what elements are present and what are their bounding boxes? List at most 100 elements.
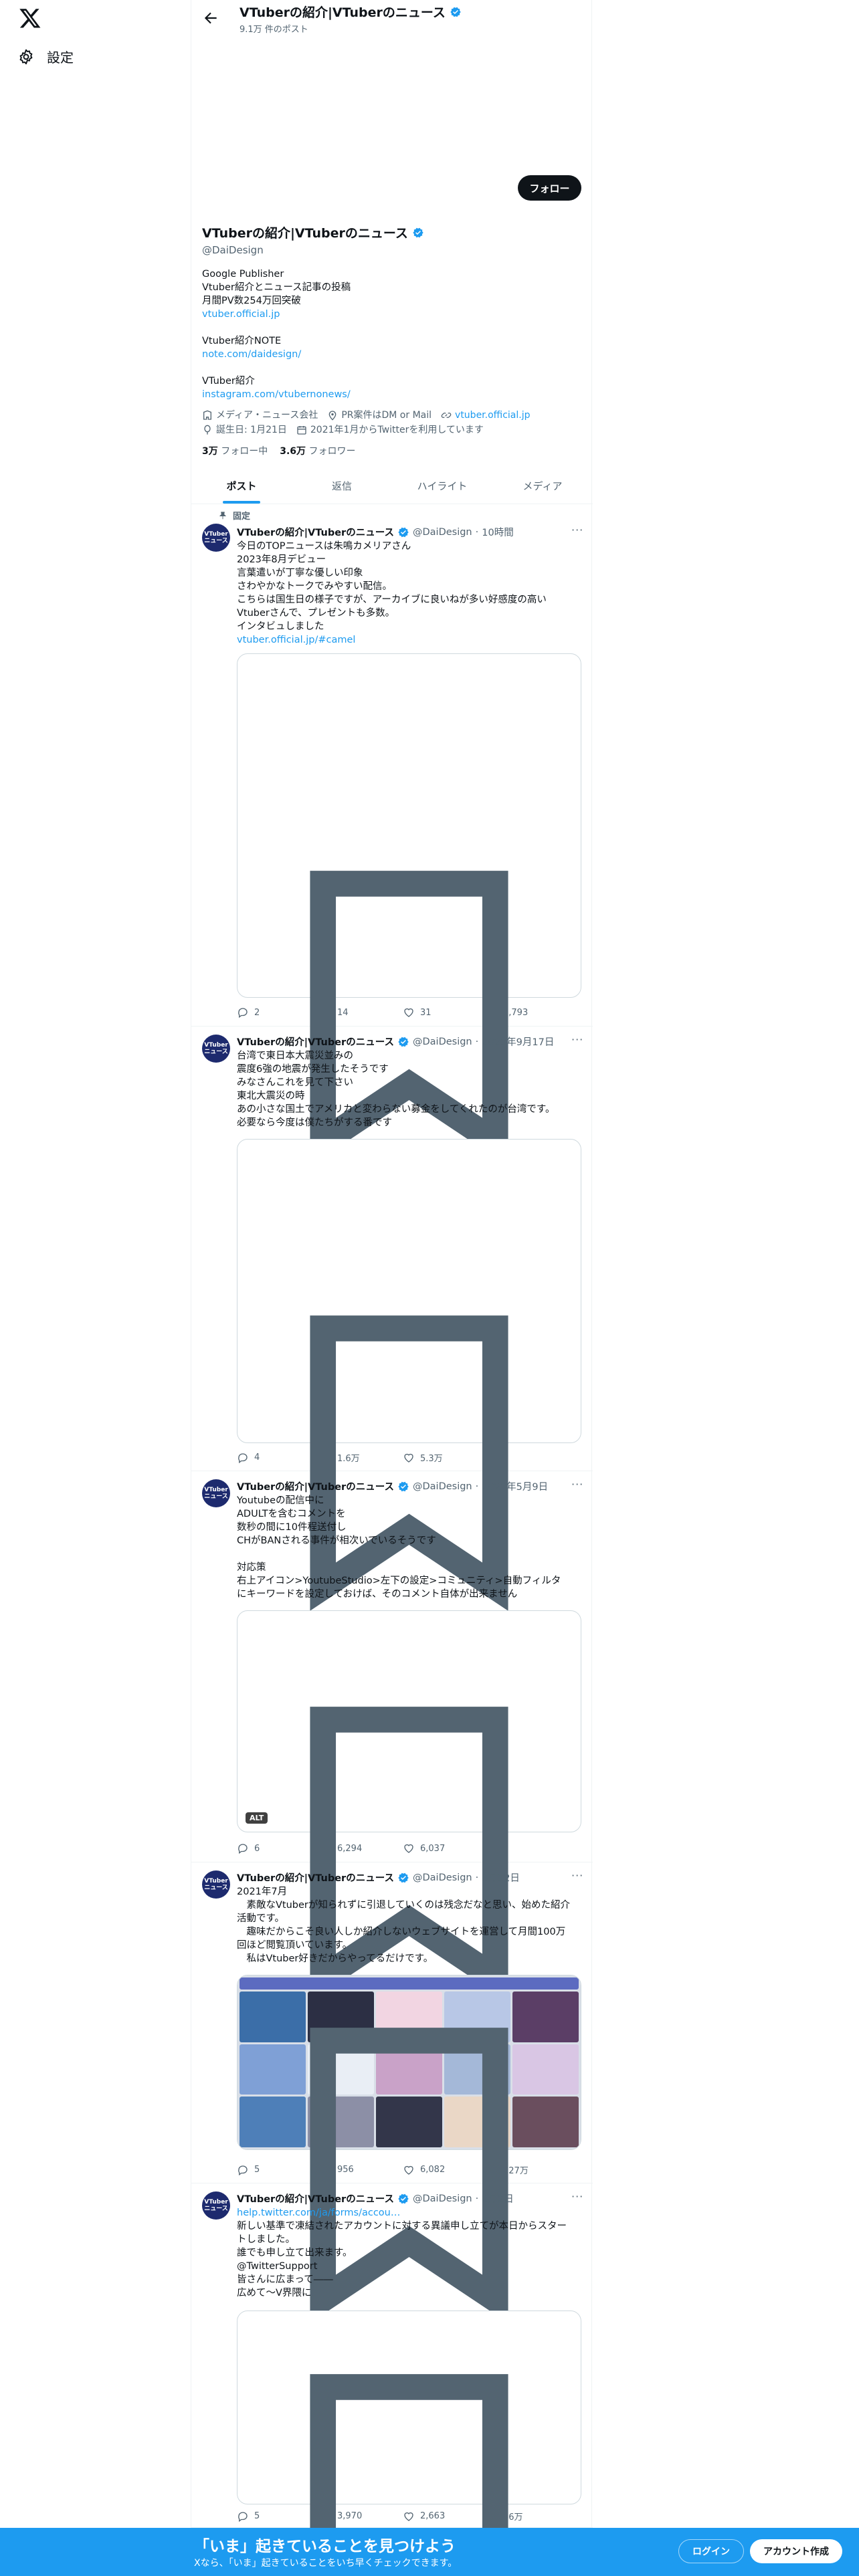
tab-highlights[interactable]: ハイライト <box>392 468 492 504</box>
birthday-text: 誕生日: 1月21日 <box>216 425 287 435</box>
tweet[interactable]: 固定 VTuber ニュース VTuberの紹介|VTuberのニュース @Dai… <box>191 505 593 1166</box>
more-options-icon[interactable]: ··· <box>571 2190 583 2203</box>
tweet-link[interactable]: help.twitter.com/ja/forms/accou… <box>237 2206 581 2220</box>
post-count: 9.1万 件のポスト <box>240 25 308 35</box>
header-title-text: VTuberの紹介|VTuberのニュース <box>240 5 446 20</box>
pinned-label: 固定 <box>233 512 251 522</box>
tweet-line: 数秒の間に10件程送付し <box>237 1522 347 1533</box>
tweet-line: あの小さな国土でアメリカと変わらない募金をしてくれたのが台湾です。 <box>237 1104 555 1115</box>
bio-link[interactable]: note.com/daidesign/ <box>202 348 577 361</box>
tweet-line: 皆さんに広まって―― <box>237 2274 333 2285</box>
tweet-line: 私はVtuber好きだからやってるだけです。 <box>237 1953 434 1964</box>
tweet-link[interactable]: vtuber.official.jp/#camel <box>237 633 581 647</box>
more-options-icon[interactable]: ··· <box>571 1033 583 1046</box>
tweet-line: 誰でも申し立て出来ます。 <box>237 2248 353 2258</box>
back-arrow-icon[interactable] <box>202 9 219 27</box>
calendar-icon <box>297 426 306 435</box>
profile-meta: メディア・ニュース会社 PR案件はDM or Mail vtuber.offic… <box>202 408 583 437</box>
bio-line: Google Publisher <box>202 269 284 280</box>
tweet[interactable]: VTuber ニュース VTuberの紹介|VTuberのニュース @DaiDes… <box>191 1471 593 2002</box>
separator-dot: · <box>475 1481 479 1492</box>
location-pin-icon <box>328 411 337 421</box>
tweet-line: インタビュしました <box>237 621 324 632</box>
settings-label: 設定 <box>47 49 74 66</box>
author-name[interactable]: VTuberの紹介|VTuberのニュース <box>237 1479 394 1493</box>
author-name[interactable]: VTuberの紹介|VTuberのニュース <box>237 1035 394 1049</box>
tweet-line: 必要なら今度は僕たちがする番です <box>237 1117 392 1128</box>
tweet-actions: 6 6,294 6,037 <box>237 1706 581 2002</box>
collage-banner <box>240 1977 579 1990</box>
tweet-line: @TwitterSupport <box>237 2261 318 2272</box>
avatar[interactable]: VTuber ニュース <box>202 1479 230 1507</box>
more-options-icon[interactable]: ··· <box>571 524 583 536</box>
avatar[interactable]: VTuber ニュース <box>202 2191 230 2220</box>
author-name[interactable]: VTuberの紹介|VTuberのニュース <box>237 2191 394 2206</box>
tweet[interactable]: VTuber ニュース VTuberの紹介|VTuberのニュース @DaiDes… <box>191 1862 593 2323</box>
tweet-time[interactable]: 2022年5月9日 <box>482 1479 548 1493</box>
tweet-line: 2023年8月デビュー <box>237 554 326 565</box>
gear-icon <box>19 49 33 64</box>
separator-dot: · <box>475 2193 479 2204</box>
followers-link[interactable]: 3.6万 フォロワー <box>280 444 355 457</box>
avatar[interactable]: VTuber ニュース <box>202 1870 230 1899</box>
author-name[interactable]: VTuberの紹介|VTuberのニュース <box>237 525 394 539</box>
link-icon <box>441 412 452 419</box>
tweet-line: 2021年7月 <box>237 1887 288 1897</box>
tweet[interactable]: VTuber ニュース VTuberの紹介|VTuberのニュース @DaiDes… <box>191 1027 593 1611</box>
website-item[interactable]: vtuber.official.jp <box>441 408 530 423</box>
birthday-item: 誕生日: 1月21日 <box>202 423 287 437</box>
create-account-button[interactable]: アカウント作成 <box>750 2539 842 2563</box>
tweet-line: 東北大震災の時 <box>237 1091 305 1101</box>
verified-badge-icon <box>413 227 423 237</box>
banner-subtitle: Xなら、「いま」起きていることをいち早くチェックできます。 <box>194 2558 458 2569</box>
tweet-text: 台湾で東日本大震災並みの 震度6強の地震が発生したそうです みなさんこれを見て下… <box>237 1049 581 1130</box>
tab-posts[interactable]: ポスト <box>191 468 292 504</box>
tab-media[interactable]: メディア <box>492 468 593 504</box>
signup-banner: 「いま」起きていることを見つけよう Xなら、「いま」起きていることをいち早くチェ… <box>0 2528 859 2576</box>
bio-link[interactable]: instagram.com/vtubernonews/ <box>202 388 577 401</box>
x-logo-icon[interactable] <box>19 7 41 29</box>
following-link[interactable]: 3万 フォロー中 <box>202 444 268 457</box>
tab-replies[interactable]: 返信 <box>292 468 392 504</box>
bio-line: Vtuber紹介とニュース記事の投稿 <box>202 282 351 293</box>
tweet-line: にキーワードを設定しておけば、そのコメント自体が出来ません <box>237 1589 518 1600</box>
pin-icon <box>219 511 227 519</box>
bio-link[interactable]: vtuber.official.jp <box>202 308 577 321</box>
profile-name: VTuberの紹介|VTuberのニュース <box>202 223 424 241</box>
tweet[interactable]: VTuber ニュース VTuberの紹介|VTuberのニュース @DaiDes… <box>191 2183 593 2576</box>
tweet-time[interactable]: 10時間 <box>482 525 513 539</box>
verified-badge-icon <box>450 7 461 17</box>
avatar[interactable]: VTuber ニュース <box>202 1035 230 1063</box>
author-handle: @DaiDesign <box>412 1872 472 1883</box>
verified-badge-icon <box>398 1481 409 1491</box>
follow-button[interactable]: フォロー <box>518 175 581 201</box>
more-options-icon[interactable]: ··· <box>571 1478 583 1491</box>
verified-badge-icon <box>398 1872 409 1883</box>
tweet-header: VTuberの紹介|VTuberのニュース @DaiDesign · 2022年… <box>237 1035 554 1049</box>
tweet-time[interactable]: 3月12日 <box>482 1870 520 1885</box>
author-name[interactable]: VTuberの紹介|VTuberのニュース <box>237 1870 394 1885</box>
separator-dot: · <box>475 1036 479 1047</box>
tweet-time[interactable]: 2月2日 <box>482 2191 513 2206</box>
profile-name-text: VTuberの紹介|VTuberのニュース <box>202 226 408 241</box>
tweet-line: 新しい基準で凍結されたアカウントに対する異議申し立てが本日からスター <box>237 2221 567 2232</box>
tweet-line: 台湾で東日本大震災並みの <box>237 1051 353 1061</box>
avatar[interactable]: VTuber ニュース <box>202 524 230 552</box>
bio-line: 月間PV数254万回突破 <box>202 296 301 306</box>
category-item: メディア・ニュース会社 <box>202 408 318 423</box>
login-button[interactable]: ログイン <box>678 2539 744 2563</box>
pinned-indicator: 固定 <box>218 509 250 522</box>
tweet-line: みなさんこれを見て下さい <box>237 1077 353 1088</box>
bio-line: VTuber紹介 <box>202 376 255 387</box>
following-count: 3万 <box>202 446 218 457</box>
tweet-time[interactable]: 2022年9月17日 <box>482 1035 554 1049</box>
tweet-line: 活動です。 <box>237 1913 285 1924</box>
tweet-line: 言葉遣いが丁寧な優しい印象 <box>237 568 363 578</box>
verified-badge-icon <box>398 2193 409 2204</box>
following-label: フォロー中 <box>221 446 268 457</box>
location-text: PR案件はDM or Mail <box>341 410 432 421</box>
profile-handle: @DaiDesign <box>202 244 264 256</box>
more-options-icon[interactable]: ··· <box>571 1869 583 1882</box>
settings-link[interactable]: 設定 <box>17 47 74 66</box>
website-link[interactable]: vtuber.official.jp <box>455 408 530 423</box>
